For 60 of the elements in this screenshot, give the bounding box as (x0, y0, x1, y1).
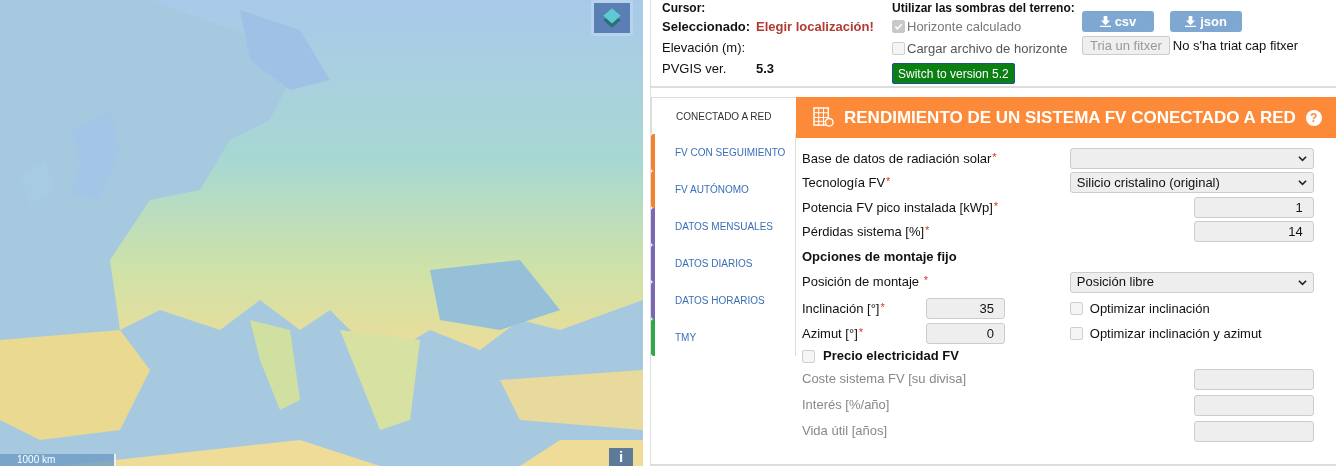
info-button[interactable]: i (609, 448, 633, 466)
horizon-title: Utilizar las sombras del terreno: (892, 1, 1076, 15)
field-label: Posición de montaje * (802, 273, 928, 292)
chevron-down-icon (1297, 178, 1307, 188)
checkmark-icon (894, 22, 903, 31)
dropdown-value: Silicio cristalino (original) (1076, 174, 1221, 192)
checkbox-label: Optimizar inclinación y azimut (1089, 324, 1262, 343)
field-label: Pérdidas sistema [%]* (802, 223, 930, 241)
scale-bar: 1000 km (0, 454, 116, 466)
file-status: No s'ha triat cap fitxer (1172, 37, 1299, 55)
dropdown[interactable]: Silicio cristalino (original) (1069, 172, 1314, 194)
dropdown[interactable] (1069, 147, 1314, 169)
field-label: Azimut [°]* (802, 324, 865, 343)
checkbox-label: Precio electricidad FV (823, 347, 959, 366)
chevron-down-icon (1297, 153, 1307, 163)
cursor-label: Cursor: (662, 1, 707, 15)
solar-panel-icon (813, 107, 834, 128)
checkbox[interactable] (1069, 327, 1083, 340)
version-label: PVGIS ver. (662, 59, 728, 78)
required-mark: * (886, 175, 891, 187)
number-field[interactable]: 0 (926, 323, 1005, 344)
field-label: Base de datos de radiación solar* (802, 149, 997, 168)
checkbox[interactable] (1069, 302, 1083, 315)
number-field[interactable]: 1 (1193, 196, 1314, 218)
layers-button[interactable] (591, 0, 633, 36)
checkbox-label: Horizonte calculado (907, 17, 1022, 36)
number-field[interactable] (1193, 394, 1314, 416)
number-field[interactable] (1193, 420, 1314, 442)
checkbox-label: Optimizar inclinación (1089, 299, 1210, 318)
checkbox[interactable] (802, 349, 815, 363)
checkbox[interactable] (892, 42, 905, 55)
download-icon (1099, 16, 1111, 27)
required-mark: * (923, 274, 928, 287)
required-mark: * (992, 150, 997, 163)
field-label: Interés [%/año] (802, 396, 890, 415)
number-field[interactable]: 14 (1193, 221, 1314, 243)
panel-title: RENDIMIENTO DE UN SISTEMA FV CONECTADO A RED (844, 106, 1296, 129)
field-label: Vida útil [años] (802, 422, 888, 441)
chevron-down-icon (1297, 277, 1307, 287)
section-heading: Opciones de montaje fijo (802, 248, 958, 266)
field-label: Potencia FV pico instalada [kWp]* (802, 198, 999, 217)
required-mark: * (993, 199, 999, 212)
selected-location-link[interactable]: Elegir localización! (756, 16, 874, 37)
download-icon (1185, 16, 1197, 27)
dropdown-value: Posición libre (1076, 273, 1156, 292)
elevation-label: Elevación (m): (662, 39, 747, 57)
selected-label: Seleccionado: (662, 17, 752, 36)
field-label: Inclinación [°]* (802, 299, 886, 318)
required-mark: * (925, 224, 930, 236)
number-field[interactable]: 35 (926, 298, 1005, 319)
version-value: 5.3 (756, 59, 775, 78)
number-field[interactable] (1193, 368, 1314, 390)
required-mark: * (858, 325, 864, 338)
field-label: Tecnología FV* (802, 174, 891, 192)
field-label: Coste sistema FV [su divisa] (802, 370, 966, 389)
required-mark: * (880, 300, 885, 313)
tab[interactable]: CONECTADO A RED (651, 97, 796, 134)
switch-version-button[interactable]: Switch to version 5.2 (892, 63, 1015, 84)
dropdown[interactable]: Posición libre (1069, 271, 1314, 293)
checkbox-label: Cargar archivo de horizonte (907, 39, 1068, 58)
